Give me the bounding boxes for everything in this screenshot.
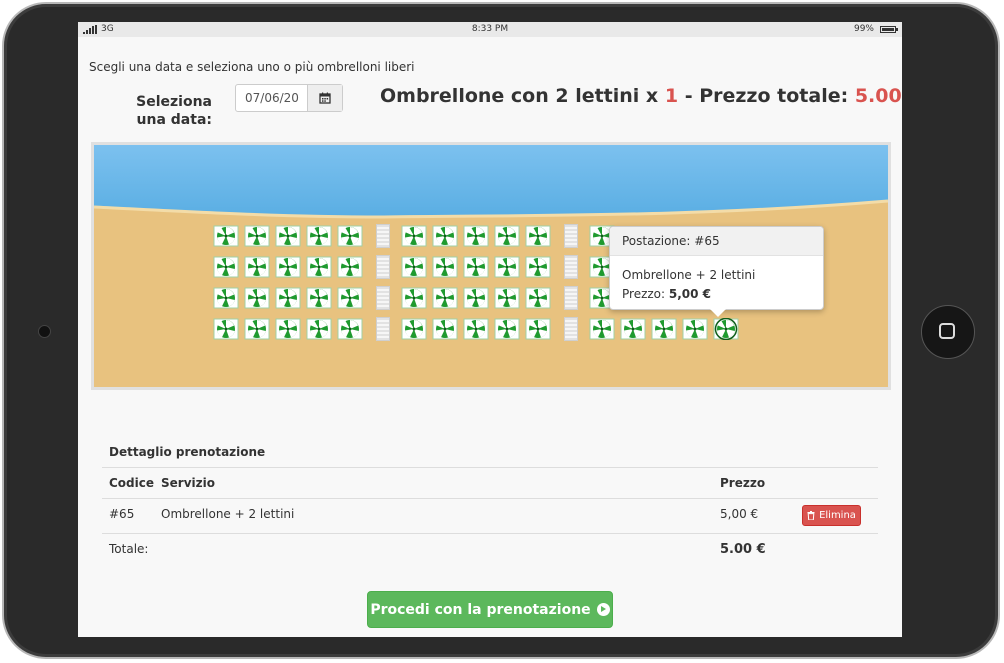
home-button[interactable]	[921, 305, 975, 359]
walkway	[564, 255, 578, 279]
umbrella-spot[interactable]	[494, 256, 520, 278]
umbrella-spot[interactable]	[244, 287, 270, 309]
walkway	[376, 317, 390, 341]
umbrella-spot[interactable]	[337, 318, 363, 340]
date-field[interactable]: 07/06/20	[236, 85, 307, 111]
tooltip-price-value: 5,00 €	[668, 287, 712, 301]
umbrella-spot[interactable]	[306, 287, 332, 309]
row-service: Ombrellone + 2 lettini	[161, 507, 295, 521]
detail-title: Dettaglio prenotazione	[109, 445, 266, 459]
umbrella-spot[interactable]	[275, 256, 301, 278]
umbrella-spot[interactable]	[589, 318, 615, 340]
walkway	[376, 286, 390, 310]
total-price: 5.00	[854, 85, 902, 107]
headline-service: Ombrellone con 2 lettini x	[380, 85, 659, 107]
tooltip-price-label: Prezzo:	[622, 287, 666, 301]
umbrella-spot[interactable]	[401, 287, 427, 309]
umbrella-spot[interactable]	[244, 318, 270, 340]
umbrella-spot[interactable]	[463, 287, 489, 309]
umbrella-spot[interactable]	[306, 256, 332, 278]
arrow-circle-right-icon	[596, 603, 610, 616]
row-price: 5,00 €	[720, 507, 759, 521]
tooltip-title: Postazione: #65	[610, 227, 823, 256]
umbrella-spot[interactable]	[713, 318, 739, 340]
umbrella-spot[interactable]	[494, 225, 520, 247]
umbrella-spot[interactable]	[463, 318, 489, 340]
umbrella-spot[interactable]	[213, 287, 239, 309]
walkway	[376, 255, 390, 279]
status-bar: 3G 8:33 PM 99%	[78, 22, 902, 37]
delete-button[interactable]: Elimina	[802, 505, 861, 526]
intro-text: Scegli una data e seleziona uno o più om…	[89, 60, 415, 74]
umbrella-spot[interactable]	[401, 318, 427, 340]
umbrella-spot[interactable]	[525, 256, 551, 278]
umbrella-spot[interactable]	[401, 256, 427, 278]
umbrella-spot[interactable]	[525, 318, 551, 340]
calendar-button[interactable]	[307, 85, 342, 111]
home-icon	[939, 323, 955, 339]
umbrella-spot[interactable]	[306, 225, 332, 247]
umbrella-spot[interactable]	[463, 225, 489, 247]
umbrella-spot[interactable]	[401, 225, 427, 247]
walkway	[376, 224, 390, 248]
proceed-button[interactable]: Procedi con la prenotazione	[367, 591, 613, 628]
proceed-label: Procedi con la prenotazione	[370, 601, 591, 618]
price-headline: Ombrellone con 2 lettini x 1 - Prezzo to…	[380, 85, 902, 107]
umbrella-spot[interactable]	[275, 318, 301, 340]
umbrella-spot[interactable]	[525, 287, 551, 309]
battery-icon	[880, 26, 898, 33]
umbrella-spot[interactable]	[244, 225, 270, 247]
battery-indicator: 99%	[853, 22, 898, 37]
umbrella-spot[interactable]	[337, 225, 363, 247]
trash-icon	[807, 511, 815, 520]
calendar-icon	[319, 92, 331, 104]
walkway	[564, 317, 578, 341]
umbrella-spot[interactable]	[275, 287, 301, 309]
date-label: Seleziona una data:	[136, 94, 212, 128]
umbrella-spot[interactable]	[525, 225, 551, 247]
camera	[38, 325, 51, 338]
col-service: Servizio	[161, 476, 215, 490]
total-label: Totale:	[109, 542, 149, 556]
walkway	[564, 286, 578, 310]
umbrella-spot[interactable]	[494, 318, 520, 340]
spot-tooltip: Postazione: #65 Ombrellone + 2 lettini P…	[609, 226, 824, 317]
walkway	[564, 224, 578, 248]
umbrella-spot[interactable]	[306, 318, 332, 340]
umbrella-spot[interactable]	[275, 225, 301, 247]
battery-percent: 99%	[853, 24, 874, 34]
umbrella-spot[interactable]	[337, 287, 363, 309]
status-time: 8:33 PM	[471, 24, 509, 34]
divider	[102, 533, 878, 534]
umbrella-spot[interactable]	[213, 256, 239, 278]
umbrella-spot[interactable]	[651, 318, 677, 340]
divider	[102, 467, 878, 468]
umbrella-spot[interactable]	[337, 256, 363, 278]
headline-total-label: - Prezzo totale:	[684, 85, 849, 107]
row-code: #65	[109, 507, 135, 521]
umbrella-spot[interactable]	[620, 318, 646, 340]
total-value: 5.00 €	[720, 542, 766, 557]
umbrella-spot[interactable]	[432, 287, 458, 309]
tooltip-service: Ombrellone + 2 lettini	[622, 268, 756, 282]
date-picker[interactable]: 07/06/20	[235, 84, 343, 112]
umbrella-spot[interactable]	[432, 225, 458, 247]
divider	[102, 498, 878, 499]
umbrella-spot[interactable]	[244, 256, 270, 278]
umbrella-spot[interactable]	[213, 225, 239, 247]
umbrella-spot[interactable]	[463, 256, 489, 278]
umbrella-spot[interactable]	[494, 287, 520, 309]
umbrella-spot[interactable]	[432, 318, 458, 340]
umbrella-spot[interactable]	[213, 318, 239, 340]
col-price: Prezzo	[720, 476, 766, 490]
col-code: Codice	[109, 476, 155, 490]
quantity-value: 1	[664, 85, 679, 107]
delete-label: Elimina	[819, 510, 856, 521]
umbrella-spot[interactable]	[432, 256, 458, 278]
umbrella-spot[interactable]	[682, 318, 708, 340]
screen: 3G 8:33 PM 99% Scegli una data e selezio…	[78, 22, 902, 637]
